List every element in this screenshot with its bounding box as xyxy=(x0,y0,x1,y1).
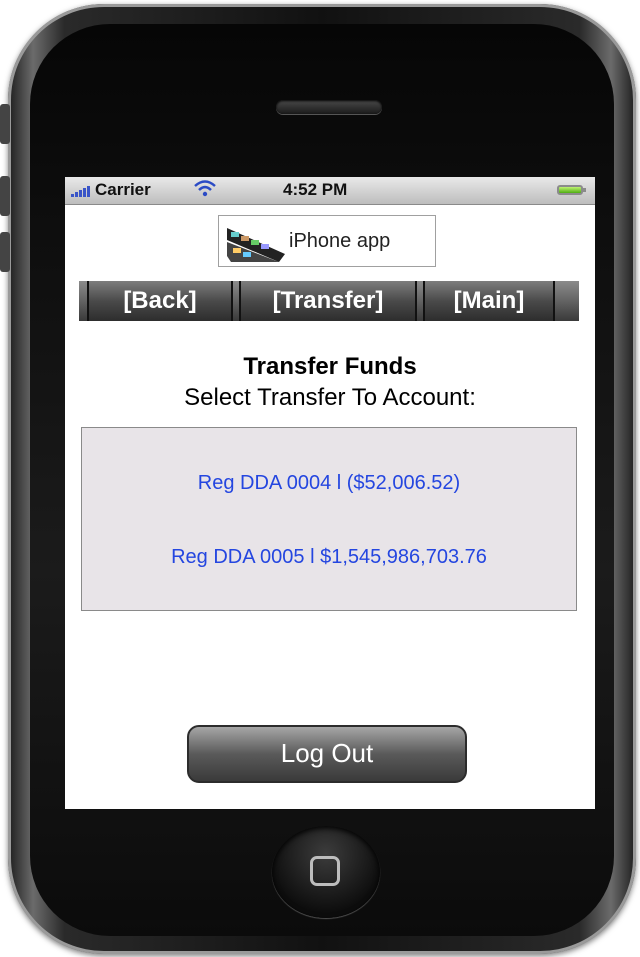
account-link-0004[interactable]: Reg DDA 0004 l ($52,006.52) xyxy=(82,472,576,495)
app-logo: iPhone app xyxy=(218,215,436,267)
mute-switch xyxy=(0,104,10,144)
home-square-icon xyxy=(310,856,340,886)
status-time: 4:52 PM xyxy=(283,180,348,199)
transfer-button[interactable]: [Transfer] xyxy=(239,281,417,321)
back-button[interactable]: [Back] xyxy=(87,281,233,321)
app-screen: Carrier 4:52 PM iPhone app [Back] [Trans… xyxy=(65,177,595,809)
volume-down-button xyxy=(0,232,10,272)
carrier-label: Carrier xyxy=(95,180,151,199)
signal-bars-icon xyxy=(71,185,90,197)
account-list: Reg DDA 0004 l ($52,006.52) Reg DDA 0005… xyxy=(81,427,577,611)
page-subtitle: Select Transfer To Account: xyxy=(184,384,476,411)
film-strip-icon xyxy=(227,228,285,262)
earpiece-speaker xyxy=(276,100,382,114)
main-button[interactable]: [Main] xyxy=(423,281,555,321)
logout-button[interactable]: Log Out xyxy=(187,725,467,783)
wifi-icon xyxy=(193,178,217,204)
logo-text: iPhone app xyxy=(289,230,391,252)
home-button[interactable] xyxy=(272,826,380,918)
battery-icon xyxy=(557,185,586,195)
volume-up-button xyxy=(0,176,10,216)
page-title: Transfer Funds xyxy=(243,353,417,380)
account-link-0005[interactable]: Reg DDA 0005 l $1,545,986,703.76 xyxy=(82,546,576,569)
nav-bar: [Back] [Transfer] [Main] xyxy=(79,281,579,321)
status-bar: Carrier 4:52 PM xyxy=(65,177,595,205)
